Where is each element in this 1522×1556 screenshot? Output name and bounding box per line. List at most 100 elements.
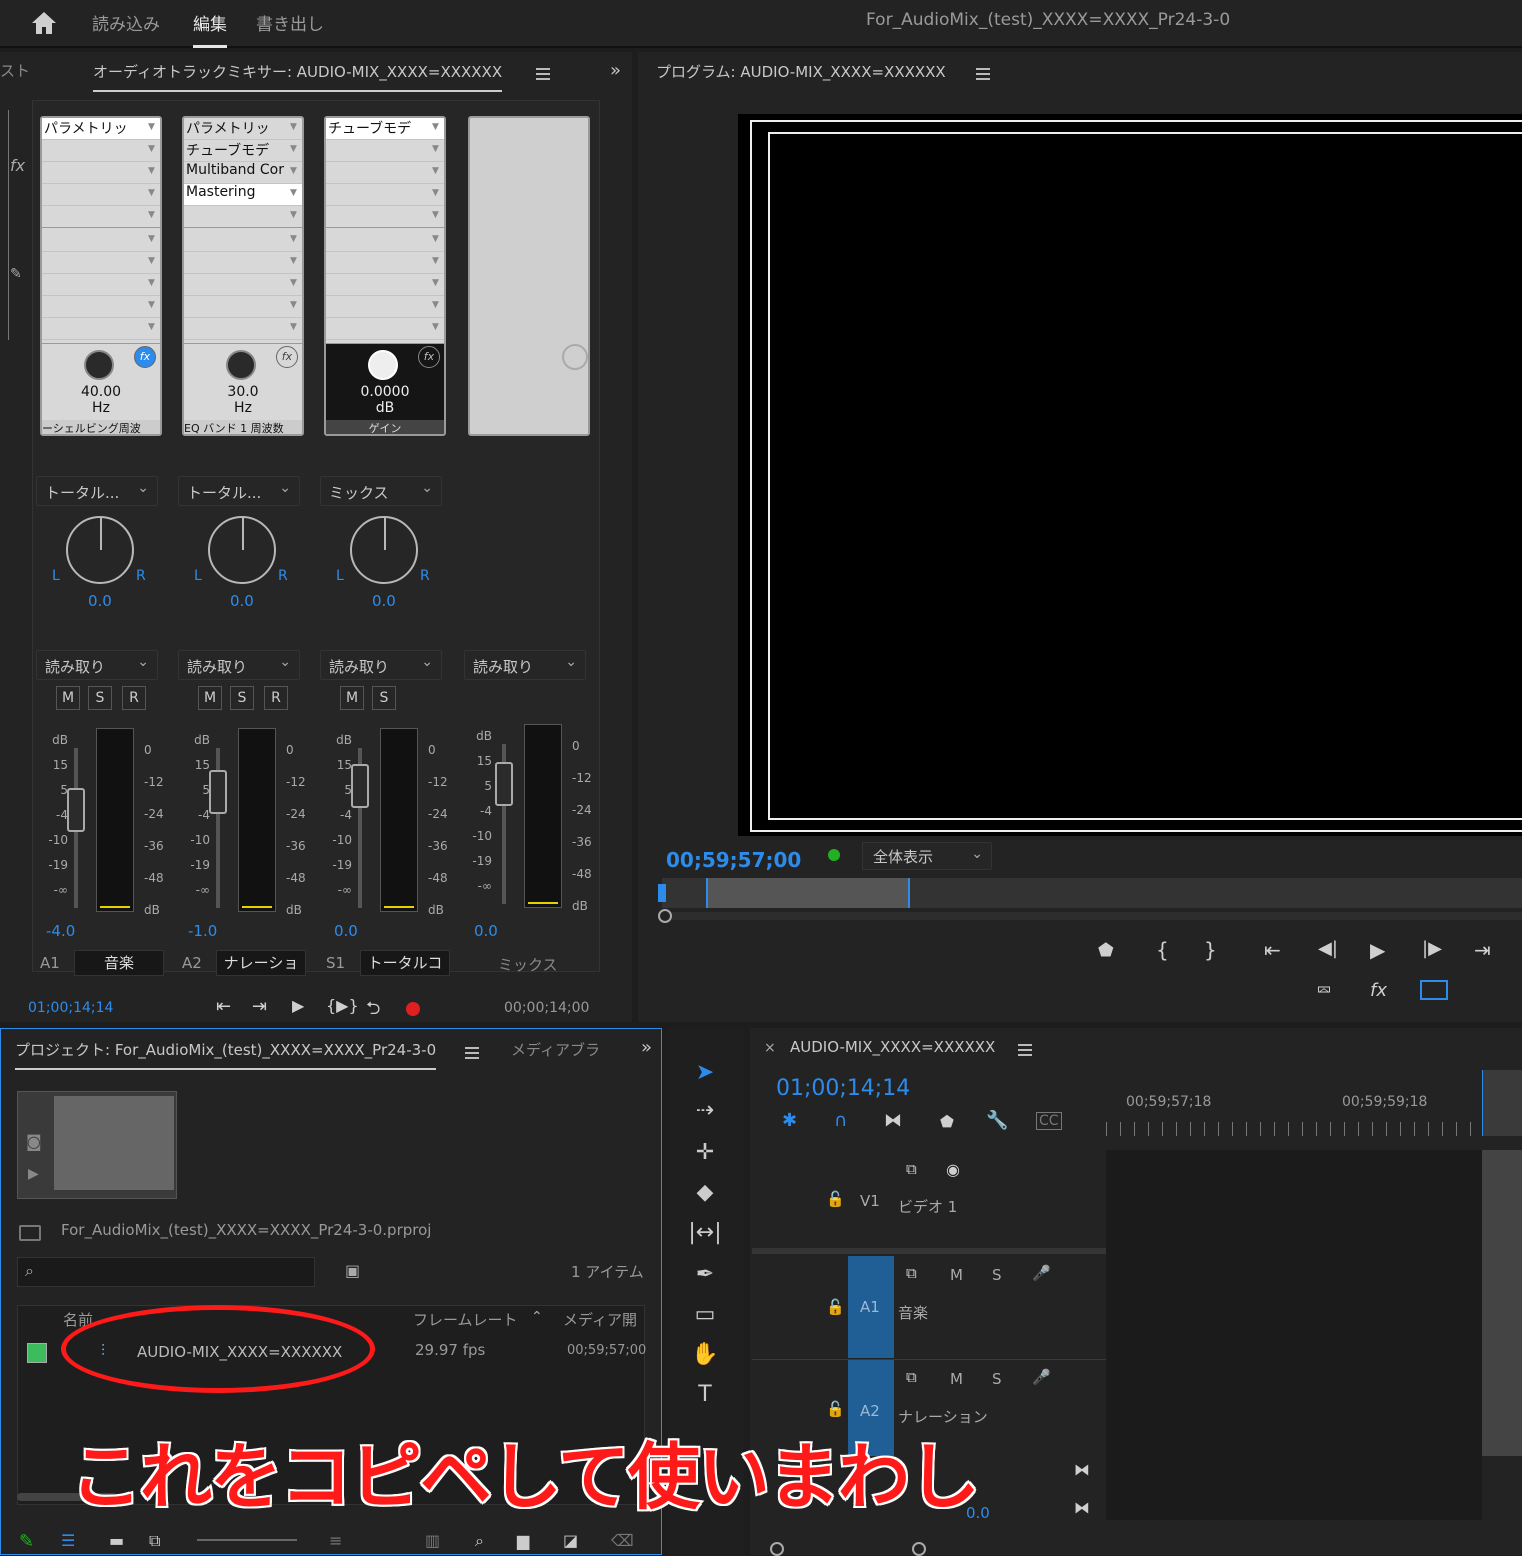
- mixer-current-time[interactable]: 01;00;14;14: [28, 1000, 113, 1016]
- output-route-dropdown[interactable]: トータル... ⌄: [178, 476, 300, 506]
- volume-value[interactable]: -4.0: [46, 922, 75, 940]
- export-frame-icon[interactable]: ⮹: [1316, 978, 1332, 1002]
- find-icon[interactable]: ⌕: [475, 1531, 484, 1551]
- effect-slot[interactable]: チューブモデ ▼: [326, 118, 444, 140]
- mix-collapse-icon[interactable]: ⧓: [1074, 1498, 1090, 1517]
- send-slot[interactable]: ▼: [42, 296, 160, 318]
- microphone-icon[interactable]: 🎤: [1032, 1368, 1051, 1386]
- automation-mode-dropdown[interactable]: 読み取り ⌄: [464, 650, 586, 680]
- step-forward-icon[interactable]: |▶: [1422, 938, 1442, 959]
- pan-knob[interactable]: [208, 516, 276, 584]
- mute-button[interactable]: M: [340, 686, 364, 710]
- wrench-icon[interactable]: 🔧: [986, 1110, 1008, 1131]
- effect-slot[interactable]: ▼: [184, 206, 302, 228]
- workspace-edit[interactable]: 編集: [193, 10, 227, 48]
- eye-icon[interactable]: ◉: [946, 1160, 960, 1179]
- playhead[interactable]: [658, 884, 666, 902]
- toggle-sync-icon[interactable]: ⧉: [906, 1264, 917, 1282]
- record-enable-button[interactable]: R: [264, 686, 288, 710]
- param-label[interactable]: ーシェルビング周波: [42, 420, 160, 434]
- fx-bypass-icon[interactable]: fx: [134, 346, 156, 368]
- step-back-icon[interactable]: ◀|: [1318, 938, 1338, 959]
- tab-program-monitor[interactable]: プログラム: AUDIO-MIX_XXXX=XXXXXX: [656, 61, 946, 82]
- timeline-playhead[interactable]: [1482, 1070, 1522, 1136]
- dropdown-arrow-icon[interactable]: ▼: [290, 188, 300, 200]
- timeline-scrollbar[interactable]: [770, 1542, 930, 1556]
- track-name[interactable]: 音楽: [898, 1302, 928, 1323]
- automation-mode-dropdown[interactable]: 読み取り ⌄: [320, 650, 442, 680]
- fx-bypass-icon[interactable]: [562, 344, 588, 370]
- dropdown-arrow-icon[interactable]: ▼: [432, 122, 442, 134]
- send-slot[interactable]: ▼: [42, 252, 160, 274]
- dropdown-arrow-icon[interactable]: ▼: [148, 122, 158, 134]
- channel-name-field[interactable]: トータルコ: [360, 950, 450, 976]
- go-to-in-icon[interactable]: ⇤: [216, 996, 231, 1017]
- panel-menu-icon[interactable]: [1018, 1044, 1032, 1056]
- panel-menu-icon[interactable]: [976, 68, 990, 80]
- volume-fader-handle[interactable]: [209, 770, 227, 814]
- tab-audio-track-mixer[interactable]: オーディオトラックミキサー: AUDIO-MIX_XXXX=XXXXXX: [93, 61, 503, 92]
- pan-value[interactable]: 0.0: [88, 592, 112, 610]
- sort-icon[interactable]: ≡: [329, 1531, 342, 1550]
- output-route-dropdown[interactable]: トータル... ⌄: [36, 476, 158, 506]
- column-header-media-start[interactable]: メディア開: [563, 1309, 643, 1330]
- fx-bypass-icon[interactable]: fx: [418, 346, 440, 368]
- lock-icon[interactable]: 🔓: [826, 1298, 845, 1316]
- send-slot[interactable]: ▼: [184, 230, 302, 252]
- tab-sequence[interactable]: AUDIO-MIX_XXXX=XXXXXX: [790, 1038, 995, 1056]
- mute-button[interactable]: M: [950, 1266, 963, 1284]
- go-to-out-icon[interactable]: ⇥: [1474, 938, 1491, 962]
- linked-selection-icon[interactable]: ⧓: [884, 1110, 902, 1131]
- pan-value[interactable]: 0.0: [372, 592, 396, 610]
- in-out-range[interactable]: [706, 878, 910, 908]
- column-header-framerate[interactable]: フレームレート: [413, 1309, 518, 1330]
- trash-icon[interactable]: ⌫: [611, 1531, 634, 1550]
- automate-icon[interactable]: ▥: [425, 1531, 440, 1550]
- param-label[interactable]: ゲイン: [326, 420, 444, 434]
- search-input[interactable]: [17, 1257, 315, 1287]
- zoom-slider[interactable]: [197, 1539, 297, 1541]
- pan-knob[interactable]: [350, 516, 418, 584]
- tab-source-partial[interactable]: スト: [0, 60, 30, 81]
- channel-name-field[interactable]: 音楽: [74, 950, 164, 976]
- channel-name-field[interactable]: ナレーショ: [216, 950, 306, 976]
- workspace-import[interactable]: 読み込み: [92, 10, 160, 35]
- effect-slot[interactable]: パラメトリッ ▼: [42, 118, 160, 140]
- track-select-tool-icon[interactable]: ⇢: [688, 1094, 722, 1128]
- send-slot[interactable]: ▼: [42, 318, 160, 340]
- effect-slot[interactable]: ▼: [326, 162, 444, 184]
- captions-icon[interactable]: CC: [1036, 1112, 1062, 1130]
- fx-bypass-icon[interactable]: fx: [276, 346, 298, 368]
- volume-value[interactable]: 0.0: [334, 922, 358, 940]
- zoom-dropdown[interactable]: 全体表示 ⌄: [862, 842, 992, 870]
- time-ruler[interactable]: [1106, 1122, 1522, 1136]
- param-label[interactable]: EQ バンド 1 周波数: [184, 420, 302, 434]
- panel-menu-icon[interactable]: [536, 68, 550, 80]
- fx-toggle-icon[interactable]: fx: [1370, 980, 1387, 1001]
- pan-knob[interactable]: [66, 516, 134, 584]
- find-icon[interactable]: ▣: [345, 1261, 360, 1280]
- effect-slot[interactable]: ▼: [326, 140, 444, 162]
- mute-button[interactable]: M: [950, 1370, 963, 1388]
- sort-chevron-icon[interactable]: ⌃: [531, 1309, 543, 1325]
- fx-icon[interactable]: fx: [10, 156, 25, 175]
- param-knob[interactable]: [226, 350, 256, 380]
- volume-fader-handle[interactable]: [67, 788, 85, 832]
- mix-expand-icon[interactable]: ⧓: [1074, 1460, 1090, 1479]
- record-enable-button[interactable]: R: [122, 686, 146, 710]
- new-item-icon[interactable]: ◪: [563, 1531, 578, 1550]
- pencil-icon[interactable]: ✎: [19, 1531, 34, 1552]
- volume-value[interactable]: -1.0: [188, 922, 217, 940]
- nest-icon[interactable]: ✱: [782, 1110, 797, 1131]
- freeform-view-icon[interactable]: ⧉: [149, 1531, 160, 1551]
- panel-menu-icon[interactable]: [465, 1047, 479, 1059]
- tab-project[interactable]: プロジェクト: For_AudioMix_(test)_XXXX=XXXX_Pr…: [15, 1039, 437, 1070]
- camera-icon[interactable]: ◙: [26, 1132, 42, 1151]
- solo-button[interactable]: S: [992, 1266, 1002, 1284]
- more-panels-icon[interactable]: »: [610, 60, 621, 81]
- solo-button[interactable]: S: [372, 686, 396, 710]
- effect-slot[interactable]: チューブモデ ▼: [184, 140, 302, 162]
- automation-mode-dropdown[interactable]: 読み取り ⌄: [178, 650, 300, 680]
- output-route-dropdown[interactable]: ミックス ⌄: [320, 476, 442, 506]
- send-slot[interactable]: ▼: [42, 274, 160, 296]
